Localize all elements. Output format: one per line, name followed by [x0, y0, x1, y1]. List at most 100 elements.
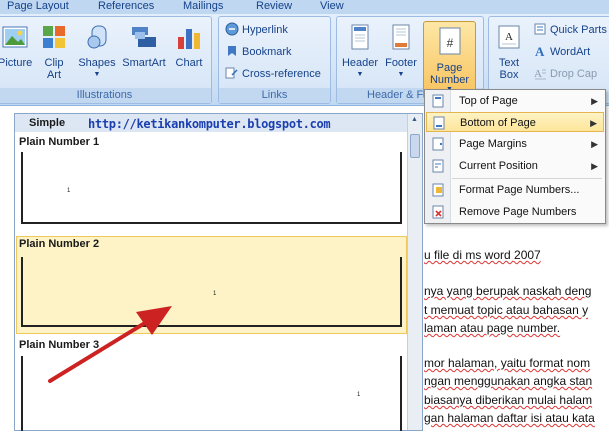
bottom-of-page-icon — [433, 116, 445, 130]
document-line: biasanya diberikan mulai halam — [424, 393, 592, 407]
picture-button[interactable]: Picture — [0, 23, 32, 69]
shapes-icon — [87, 25, 107, 49]
format-page-numbers-icon — [432, 183, 444, 197]
links-group: Hyperlink Bookmark Cross-reference Links — [218, 16, 331, 104]
gallery-item-plain-number-1[interactable]: 1 — [21, 152, 402, 224]
current-position-icon — [432, 159, 444, 173]
cross-reference-icon — [225, 67, 238, 79]
wordart-icon: A — [535, 44, 545, 58]
tab-mailings[interactable]: Mailings — [183, 0, 223, 12]
footer-icon — [392, 24, 410, 50]
document-line: mor halaman, yaitu format nom — [424, 356, 590, 370]
shapes-button[interactable]: Shapes ▼ — [78, 23, 116, 81]
page-number-preview: 1 — [213, 291, 217, 297]
chart-button[interactable]: Chart — [172, 23, 206, 69]
page-number-label: Page Number — [429, 62, 470, 86]
hyperlink-label: Hyperlink — [242, 24, 288, 36]
chart-icon — [178, 29, 200, 49]
footer-button[interactable]: Footer ▼ — [383, 23, 419, 81]
gallery-scrollbar[interactable]: ▲ — [407, 114, 422, 430]
footer-label: Footer — [385, 57, 417, 69]
page-number-button[interactable]: # Page Number ▼ — [423, 21, 476, 99]
gallery-item-title: Plain Number 1 — [19, 136, 100, 148]
picture-icon — [2, 26, 28, 48]
submenu-arrow-icon: ▶ — [591, 139, 598, 149]
drop-cap-label: Drop Cap — [550, 68, 598, 80]
gallery-item-title: Plain Number 2 — [19, 238, 100, 250]
drop-cap-button[interactable]: A Drop Cap — [533, 65, 597, 83]
document-line-text: biasanya diberikan mulai halam — [424, 393, 593, 407]
scroll-up-arrow-icon[interactable]: ▲ — [411, 116, 418, 123]
document-line-text: gan halaman daftar isi atau kata — [424, 411, 595, 425]
gallery-category-label: Simple — [29, 117, 66, 129]
tab-view[interactable]: View — [320, 0, 344, 12]
document-line: ngan menggunakan angka stan — [424, 374, 592, 388]
document-line-text: t memuat topic atau bahasan y — [424, 303, 589, 317]
menu-item-remove-page-numbers[interactable]: Remove Page Numbers — [426, 202, 604, 222]
remove-page-numbers-icon — [432, 205, 444, 219]
header-icon — [351, 24, 369, 50]
illustrations-group-label: Illustrations — [0, 88, 211, 103]
submenu-arrow-icon: ▶ — [591, 161, 598, 171]
hyperlink-button[interactable]: Hyperlink — [225, 21, 288, 39]
document-line: laman atau page number. — [424, 321, 560, 335]
quick-parts-button[interactable]: Quick Parts — [533, 21, 607, 39]
text-box-button[interactable]: A Text Box — [491, 23, 527, 81]
document-line-text: u file di ms word 2007 — [424, 248, 541, 262]
menu-item-bottom-of-page[interactable]: Bottom of Page ▶ — [426, 112, 604, 132]
clip-art-icon — [43, 26, 65, 48]
smartart-label: SmartArt — [122, 57, 166, 69]
clip-art-button[interactable]: Clip Art — [39, 23, 69, 81]
gallery-category-header: Simple http://ketikankomputer.blogspot.c… — [15, 114, 408, 132]
clip-art-label: Clip Art — [44, 57, 64, 81]
menu-item-top-of-page[interactable]: Top of Page ▶ — [426, 91, 604, 111]
text-box-label: Text Box — [498, 57, 520, 81]
quick-parts-icon — [534, 23, 546, 35]
tab-page-layout[interactable]: Page Layout — [7, 0, 69, 12]
menu-separator — [452, 178, 602, 179]
menu-item-current-position[interactable]: Current Position ▶ — [426, 156, 604, 176]
shapes-dropdown-arrow[interactable]: ▼ — [78, 69, 116, 81]
svg-text:A: A — [505, 31, 513, 43]
menu-item-format-page-numbers[interactable]: Format Page Numbers... — [426, 180, 604, 200]
page-number-preview: 1 — [357, 392, 361, 398]
wordart-button[interactable]: A WordArt — [533, 43, 590, 61]
menu-item-label: Remove Page Numbers — [459, 206, 577, 218]
header-button[interactable]: Header ▼ — [340, 23, 380, 81]
cross-reference-label: Cross-reference — [242, 68, 321, 80]
header-label: Header — [341, 57, 379, 69]
watermark-url: http://ketikankomputer.blogspot.com — [88, 117, 331, 131]
menu-item-label: Current Position — [459, 160, 538, 172]
svg-text:A: A — [535, 44, 545, 58]
tab-review[interactable]: Review — [256, 0, 292, 12]
menu-item-label: Page Margins — [459, 138, 527, 150]
hyperlink-icon — [225, 22, 239, 36]
chart-label: Chart — [175, 57, 203, 69]
document-line: t memuat topic atau bahasan y — [424, 303, 588, 317]
menu-item-page-margins[interactable]: Page Margins ▶ — [426, 134, 604, 154]
bookmark-button[interactable]: Bookmark — [225, 43, 292, 61]
submenu-arrow-icon: ▶ — [591, 96, 598, 106]
page-number-menu: Top of Page ▶ Bottom of Page ▶ Page Marg… — [424, 89, 606, 224]
menu-item-label: Bottom of Page — [460, 117, 536, 129]
document-line-text: mor halaman, yaitu format nom — [424, 356, 591, 370]
document-line: gan halaman daftar isi atau kata — [424, 411, 595, 425]
page-margins-icon — [432, 137, 444, 151]
svg-text:A: A — [534, 68, 542, 80]
header-dropdown-arrow[interactable]: ▼ — [340, 69, 380, 81]
footer-dropdown-arrow[interactable]: ▼ — [383, 69, 419, 81]
document-line: nya yang berupak naskah deng — [424, 284, 591, 298]
cross-reference-button[interactable]: Cross-reference — [225, 65, 321, 83]
page-number-preview: 1 — [67, 188, 71, 194]
smartart-icon — [132, 27, 156, 47]
text-box-icon: A — [498, 25, 520, 49]
bookmark-icon — [228, 46, 236, 56]
bookmark-label: Bookmark — [242, 46, 292, 58]
picture-label: Picture — [0, 57, 33, 69]
scrollbar-thumb[interactable] — [410, 134, 420, 158]
top-of-page-icon — [432, 94, 444, 108]
document-line-text: laman atau page number. — [424, 321, 561, 335]
tab-references[interactable]: References — [98, 0, 154, 12]
smartart-button[interactable]: SmartArt — [121, 23, 167, 69]
wordart-label: WordArt — [550, 46, 591, 58]
